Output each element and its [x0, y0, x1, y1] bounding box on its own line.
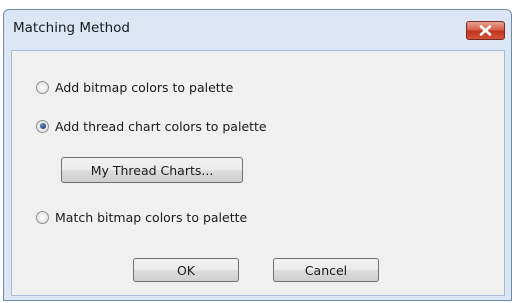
radio-checked-icon[interactable] [36, 119, 49, 133]
close-icon [479, 25, 492, 36]
option-add-bitmap-colors[interactable]: Add bitmap colors to palette [36, 78, 233, 96]
radio-unchecked-icon[interactable] [36, 210, 49, 224]
ok-button[interactable]: OK [133, 258, 239, 282]
cancel-button[interactable]: Cancel [273, 258, 379, 282]
dialog-client-area: Add bitmap colors to palette Add thread … [11, 50, 505, 296]
title-bar[interactable]: Matching Method [4, 10, 511, 50]
option-label: Add bitmap colors to palette [55, 79, 234, 95]
option-label: Add thread chart colors to palette [55, 118, 267, 134]
close-button[interactable] [466, 21, 505, 40]
option-match-bitmap-colors[interactable]: Match bitmap colors to palette [36, 208, 247, 226]
dialog-title: Matching Method [13, 20, 130, 36]
radio-unchecked-icon[interactable] [36, 80, 49, 94]
option-label: Match bitmap colors to palette [55, 209, 248, 225]
my-thread-charts-button[interactable]: My Thread Charts... [61, 157, 243, 183]
matching-method-dialog: Matching Method Add bitmap colors to pal… [3, 9, 512, 301]
option-add-thread-chart-colors[interactable]: Add thread chart colors to palette [36, 117, 267, 135]
